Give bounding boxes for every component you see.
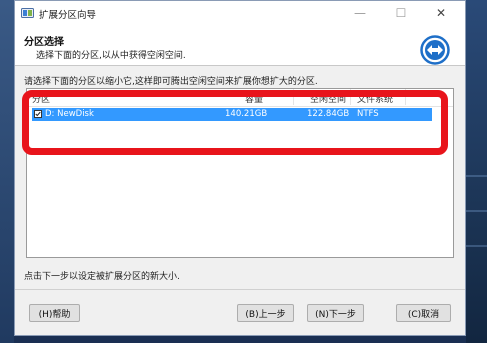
back-button[interactable]: (B)上一步 [237, 304, 294, 322]
expand-partition-wizard-window: 扩展分区向导 — ☐ ✕ 分区选择 选择下面的分区,以从中获得空闲空间. 请选择… [14, 0, 466, 336]
desktop-light-streak [466, 175, 487, 177]
footnote-text: 点击下一步以设定被扩展分区的新大小. [24, 272, 180, 282]
page-title: 分区选择 [24, 37, 64, 48]
page-description: 选择下面的分区,以从中获得空闲空间. [36, 51, 186, 61]
help-button[interactable]: (H)帮助 [29, 304, 80, 322]
desktop-light-streak [466, 210, 487, 212]
desktop-background-right [466, 0, 487, 343]
cancel-button[interactable]: (C)取消 [396, 304, 451, 322]
title-bar[interactable]: 扩展分区向导 — ☐ ✕ [15, 1, 465, 25]
close-button[interactable]: ✕ [423, 1, 459, 25]
maximize-icon: ☐ [395, 6, 407, 20]
partition-app-icon [21, 8, 34, 18]
close-icon: ✕ [435, 6, 447, 20]
header-divider [15, 65, 465, 66]
next-button[interactable]: (N)下一步 [307, 304, 364, 322]
desktop-light-streak [466, 245, 487, 247]
instruction-text: 请选择下面的分区以缩小它,这样即可腾出空闲空间来扩展你想扩大的分区. [24, 77, 318, 87]
footer-divider [15, 289, 465, 290]
minimize-button[interactable]: — [342, 1, 378, 25]
double-arrow-logo-icon [420, 35, 450, 65]
desktop-background-left [0, 0, 14, 343]
wizard-header: 分区选择 选择下面的分区,以从中获得空闲空间. [15, 25, 465, 65]
maximize-button[interactable]: ☐ [383, 1, 419, 25]
red-highlight-annotation [22, 90, 448, 155]
window-title: 扩展分区向导 [39, 10, 97, 21]
minimize-icon: — [354, 6, 366, 20]
